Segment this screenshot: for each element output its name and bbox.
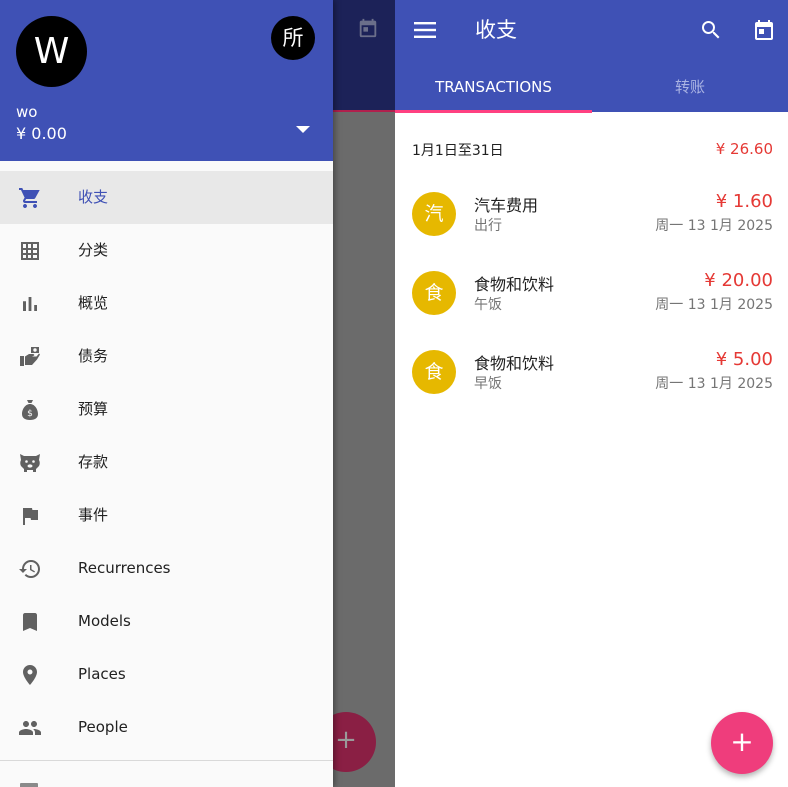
- nav-item-recurrences[interactable]: Recurrences: [0, 542, 333, 595]
- account-dropdown-icon[interactable]: [296, 126, 310, 133]
- nav-item-savings[interactable]: 存款: [0, 436, 333, 489]
- nav-item-debts[interactable]: 债务: [0, 330, 333, 383]
- nav-label: 事件: [78, 506, 109, 524]
- add-transaction-button[interactable]: +: [711, 712, 773, 774]
- transaction-amount: ¥ 1.60: [715, 191, 773, 212]
- bar-chart-icon: [23, 297, 37, 311]
- user-avatar[interactable]: W: [16, 16, 87, 87]
- nav-label: Places: [78, 665, 126, 683]
- tab-indicator: [395, 110, 592, 113]
- category-avatar: 食: [412, 271, 456, 315]
- user-balance: ¥ 0.00: [16, 124, 67, 143]
- transaction-amount: ¥ 5.00: [715, 349, 773, 370]
- app-bar: 收支 TRANSACTIONS 转账: [395, 0, 788, 113]
- piggy-bank-icon: [20, 454, 40, 472]
- nav-item-categories[interactable]: 分类: [0, 224, 333, 277]
- transaction-note: 早饭: [474, 376, 502, 392]
- people-icon: [19, 721, 41, 735]
- nav-item-transactions[interactable]: 收支: [0, 171, 333, 224]
- transaction-row[interactable]: 汽 汽车费用 出行 ¥ 1.60 周一 13 1月 2025: [395, 180, 788, 259]
- category-avatar: 食: [412, 350, 456, 394]
- nav-label: Models: [78, 612, 131, 630]
- transaction-amount: ¥ 20.00: [704, 270, 773, 291]
- calendar-icon[interactable]: [752, 18, 776, 42]
- transaction-category: 食物和饮料: [474, 354, 555, 373]
- grid-icon: [21, 242, 39, 260]
- debt-hand-icon: [20, 347, 40, 366]
- nav-label: People: [78, 718, 128, 736]
- nav-item-events[interactable]: 事件: [0, 489, 333, 542]
- transaction-row[interactable]: 食 食物和饮料 午饭 ¥ 20.00 周一 13 1月 2025: [395, 259, 788, 338]
- user-name: wo: [16, 103, 38, 121]
- tab-transfers[interactable]: 转账: [592, 62, 788, 112]
- right-screen: 收支 TRANSACTIONS 转账 1月1日至31日 ¥ 26.60 汽 汽车…: [395, 0, 788, 787]
- transaction-note: 出行: [474, 218, 502, 234]
- transaction-note: 午饭: [474, 297, 502, 313]
- period-total: ¥ 26.60: [715, 140, 773, 158]
- partial-icon: [20, 783, 38, 787]
- nav-label: 分类: [78, 241, 109, 259]
- flag-icon: [23, 508, 38, 525]
- transaction-date: 周一 13 1月 2025: [655, 218, 773, 234]
- nav-item-overview[interactable]: 概览: [0, 277, 333, 330]
- drawer-header: W 所 wo ¥ 0.00: [0, 0, 333, 161]
- category-avatar: 汽: [412, 192, 456, 236]
- tab-transactions[interactable]: TRANSACTIONS: [395, 62, 592, 112]
- menu-icon[interactable]: [414, 20, 436, 40]
- transaction-date: 周一 13 1月 2025: [655, 376, 773, 392]
- cart-icon: [19, 188, 40, 208]
- account-badge[interactable]: 所: [271, 16, 315, 60]
- money-bag-icon: $: [22, 400, 38, 420]
- transaction-row[interactable]: 食 食物和饮料 早饭 ¥ 5.00 周一 13 1月 2025: [395, 338, 788, 417]
- nav-item-budgets[interactable]: $ 预算: [0, 383, 333, 436]
- nav-item-places[interactable]: Places: [0, 648, 333, 701]
- nav-label: 收支: [78, 188, 109, 206]
- dimmed-tab-indicator: [333, 110, 395, 112]
- left-screen: + W 所 wo ¥ 0.00 收支 分类 概览 债务 $ 预算 存款 事件 R…: [0, 0, 395, 787]
- period-label[interactable]: 1月1日至31日: [412, 140, 504, 160]
- nav-label: 债务: [78, 347, 109, 365]
- nav-label: Recurrences: [78, 559, 171, 577]
- transaction-category: 汽车费用: [474, 196, 539, 215]
- nav-label: 概览: [78, 294, 109, 312]
- nav-label: 预算: [78, 400, 109, 418]
- drawer-divider: [0, 760, 333, 761]
- bookmark-icon: [23, 613, 37, 631]
- navigation-drawer: W 所 wo ¥ 0.00 收支 分类 概览 债务 $ 预算 存款 事件 Rec…: [0, 0, 333, 787]
- calendar-icon: [359, 18, 377, 38]
- plus-icon: +: [730, 725, 754, 758]
- transaction-date: 周一 13 1月 2025: [655, 297, 773, 313]
- location-pin-icon: [23, 665, 37, 685]
- search-icon[interactable]: [699, 18, 723, 42]
- nav-label: 存款: [78, 453, 109, 471]
- transaction-category: 食物和饮料: [474, 275, 555, 294]
- history-icon: [19, 560, 40, 578]
- page-title: 收支: [475, 18, 517, 42]
- nav-item-people[interactable]: People: [0, 701, 333, 754]
- svg-text:$: $: [27, 409, 33, 419]
- nav-item-models[interactable]: Models: [0, 595, 333, 648]
